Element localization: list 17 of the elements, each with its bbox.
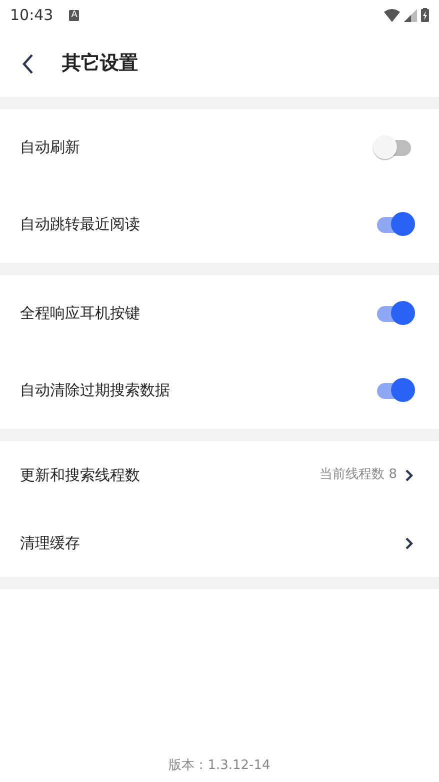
page-title: 其它设置 — [62, 51, 138, 76]
notification-icon: A — [69, 10, 80, 20]
setting-label: 自动清除过期搜索数据 — [20, 380, 170, 402]
battery-icon — [421, 8, 429, 22]
chevron-right-icon[interactable] — [405, 536, 413, 550]
wifi-icon — [384, 8, 400, 22]
setting-label: 全程响应耳机按键 — [20, 303, 140, 324]
version-text: 版本：1.3.12-14 — [168, 758, 270, 773]
signal-icon — [404, 8, 417, 22]
back-button[interactable] — [22, 52, 34, 76]
setting-value: 当前线程数 8 — [320, 466, 397, 484]
status-time: 10:43 — [10, 4, 54, 26]
setting-label: 更新和搜索线程数 — [20, 464, 140, 486]
setting-label: 清理缓存 — [20, 532, 80, 554]
chevron-right-icon[interactable] — [405, 468, 413, 482]
setting-label: 自动刷新 — [20, 137, 80, 158]
setting-label: 自动跳转最近阅读 — [20, 214, 140, 236]
